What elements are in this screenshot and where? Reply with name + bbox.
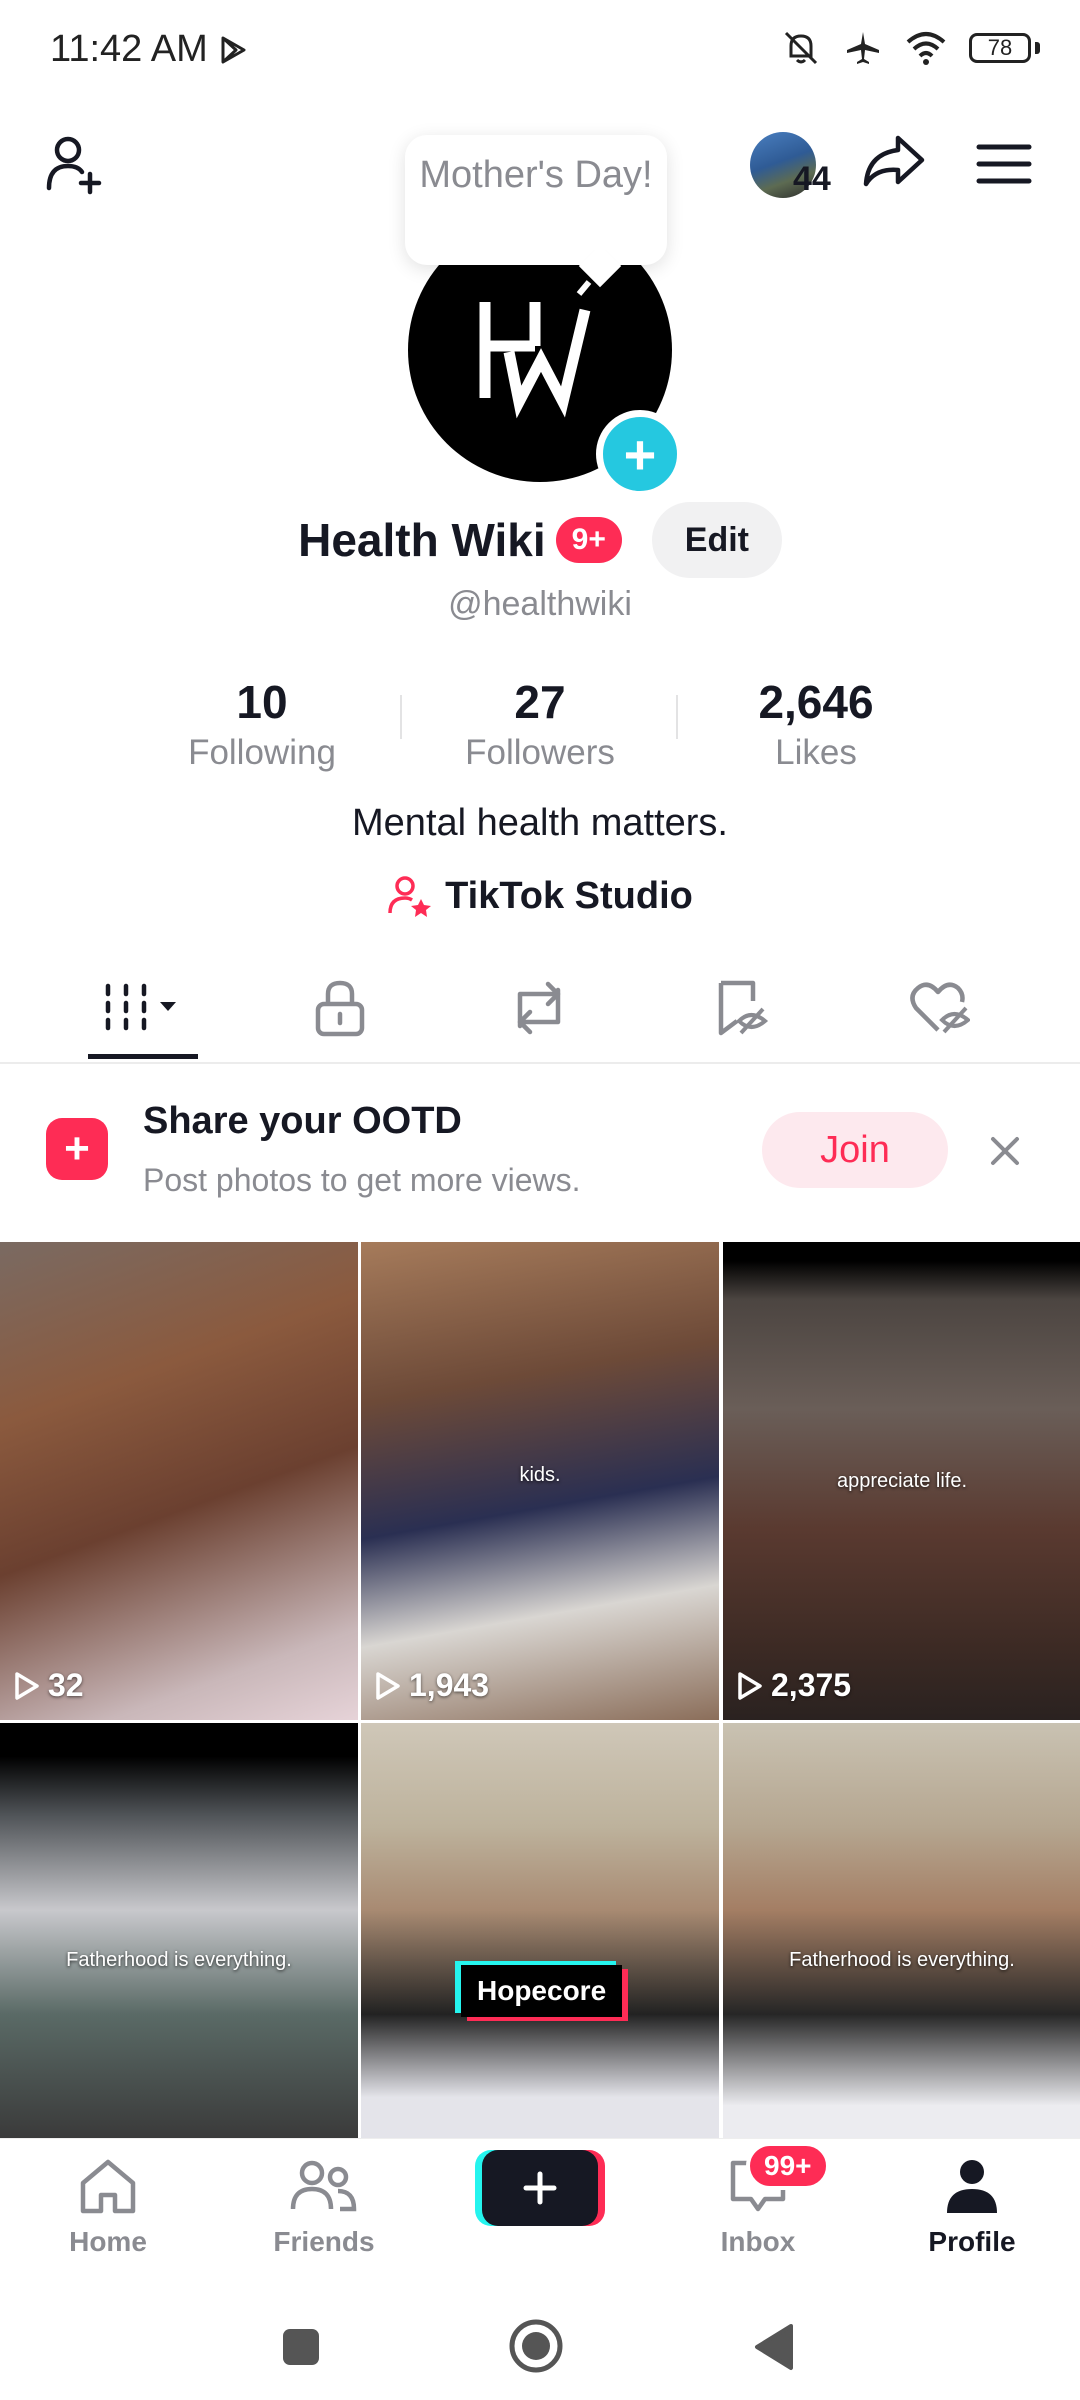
- plus-icon: [523, 2171, 557, 2205]
- add-avatar-button[interactable]: +: [596, 410, 684, 498]
- stat-label: Followers: [465, 733, 615, 772]
- profile-stats: 10 Following 27 Followers 2,646 Likes: [0, 675, 1080, 775]
- battery-indicator: 78: [969, 33, 1031, 63]
- stat-value: 27: [514, 676, 566, 728]
- video-thumbnail[interactable]: Hopecore: [361, 1723, 719, 2139]
- nav-friends[interactable]: Friends: [234, 2157, 414, 2258]
- stat-label: Likes: [775, 733, 857, 772]
- recents-button[interactable]: [276, 2322, 326, 2372]
- close-icon: [991, 1137, 1019, 1165]
- back-triangle-icon: [755, 2324, 793, 2370]
- stat-value: 2,646: [758, 676, 874, 728]
- mute-bell-icon: [784, 31, 818, 65]
- tab-videos[interactable]: [80, 958, 210, 1058]
- view-count: 2,375: [737, 1667, 851, 1704]
- video-thumbnail[interactable]: Fatherhood is everything.: [0, 1723, 358, 2139]
- tooltip-text: Mother's Day!: [419, 154, 653, 196]
- banner-subtitle: Post photos to get more views.: [143, 1162, 581, 1198]
- share-icon[interactable]: [860, 132, 928, 192]
- tab-liked[interactable]: [874, 958, 1004, 1058]
- stat-divider: [676, 695, 678, 739]
- videos-grid-icon: [105, 983, 176, 1031]
- profile-handle: @healthwiki: [448, 585, 632, 623]
- view-count: 1,943: [375, 1667, 489, 1704]
- tab-favorites[interactable]: [676, 958, 806, 1058]
- menu-icon[interactable]: [976, 142, 1032, 186]
- tab-reposts[interactable]: [474, 958, 604, 1058]
- status-time: 11:42 AM: [50, 28, 248, 71]
- creator-studio-icon: [388, 876, 432, 917]
- system-nav-bar: [0, 2280, 1080, 2400]
- nav-label: Profile: [928, 2226, 1016, 2257]
- time-text: 11:42 AM: [50, 28, 208, 70]
- wifi-icon: [906, 32, 946, 65]
- edit-profile-button[interactable]: Edit: [651, 502, 782, 578]
- account-views-count: 44: [793, 160, 831, 198]
- play-store-icon: [221, 36, 246, 63]
- square-icon: [283, 2329, 319, 2365]
- video-caption: kids.: [519, 1464, 561, 1486]
- tab-private[interactable]: [275, 958, 405, 1058]
- profile-icon: [947, 2160, 997, 2213]
- repost-icon: [517, 981, 561, 1035]
- friends-icon: [290, 2160, 357, 2212]
- active-tab-underline: [88, 1054, 198, 1059]
- inbox-badge: 99+: [746, 2142, 830, 2190]
- video-thumbnail[interactable]: 32: [0, 1242, 358, 1720]
- nav-profile[interactable]: Profile: [882, 2157, 1062, 2258]
- stat-value: 10: [236, 676, 288, 728]
- stat-label: Following: [188, 733, 336, 772]
- play-icon: [738, 1671, 762, 1700]
- video-thumbnail[interactable]: Fatherhood is everything.: [723, 1723, 1080, 2139]
- photo-plus-icon: +: [46, 1118, 108, 1180]
- circle-icon: [509, 2319, 563, 2373]
- play-icon: [376, 1671, 400, 1700]
- heart-hidden-icon: [910, 982, 970, 1034]
- health-wiki-logo: [479, 280, 592, 419]
- join-button[interactable]: Join: [762, 1112, 948, 1188]
- notification-badge: 9+: [555, 517, 622, 563]
- battery-tip: [1035, 42, 1040, 54]
- nav-label: Home: [69, 2226, 147, 2257]
- airplane-mode-icon: [847, 32, 879, 64]
- view-count: 32: [14, 1667, 84, 1704]
- back-button[interactable]: [746, 2320, 800, 2374]
- stat-following[interactable]: 10 Following: [132, 675, 392, 773]
- join-label: Join: [820, 1128, 890, 1171]
- name-row: Health Wiki 9+ Edit: [0, 502, 1080, 578]
- hopecore-tag: Hopecore: [461, 1965, 623, 2017]
- video-thumbnail[interactable]: appreciate life. 2,375: [723, 1242, 1080, 1720]
- status-icons: 78: [781, 28, 1040, 68]
- nav-home[interactable]: Home: [18, 2157, 198, 2258]
- video-caption: Fatherhood is everything.: [66, 1949, 292, 1971]
- video-caption: appreciate life.: [836, 1470, 968, 1492]
- edit-label: Edit: [684, 520, 749, 559]
- stat-followers[interactable]: 27 Followers: [410, 675, 670, 773]
- nav-label: Inbox: [720, 2226, 796, 2257]
- create-button[interactable]: [482, 2150, 598, 2226]
- banner-title: Share your OOTD: [143, 1100, 462, 1142]
- add-friend-icon[interactable]: [44, 130, 110, 196]
- stat-divider: [400, 695, 402, 739]
- studio-label: TikTok Studio: [445, 874, 693, 917]
- bookmark-hidden-icon: [718, 980, 769, 1036]
- close-banner-button[interactable]: [980, 1126, 1030, 1176]
- tiktok-studio-link[interactable]: TikTok Studio: [0, 868, 1080, 924]
- home-system-button[interactable]: [506, 2316, 566, 2376]
- video-thumbnail[interactable]: kids. 1,943: [361, 1242, 719, 1720]
- stat-likes[interactable]: 2,646 Likes: [686, 675, 946, 773]
- video-grid: 32 kids. 1,943 appreciate life. 2,375 Fa…: [0, 1242, 1080, 2139]
- video-caption: Fatherhood is everything.: [789, 1949, 1015, 1971]
- lock-icon: [315, 980, 365, 1037]
- play-icon: [15, 1671, 39, 1700]
- nav-label: Friends: [273, 2226, 375, 2257]
- profile-bio: Mental health matters.: [352, 802, 728, 844]
- home-icon: [80, 2159, 136, 2214]
- profile-tabs: [0, 958, 1080, 1064]
- profile-name: Health Wiki: [298, 514, 546, 566]
- mothers-day-tooltip[interactable]: Mother's Day!: [405, 135, 667, 265]
